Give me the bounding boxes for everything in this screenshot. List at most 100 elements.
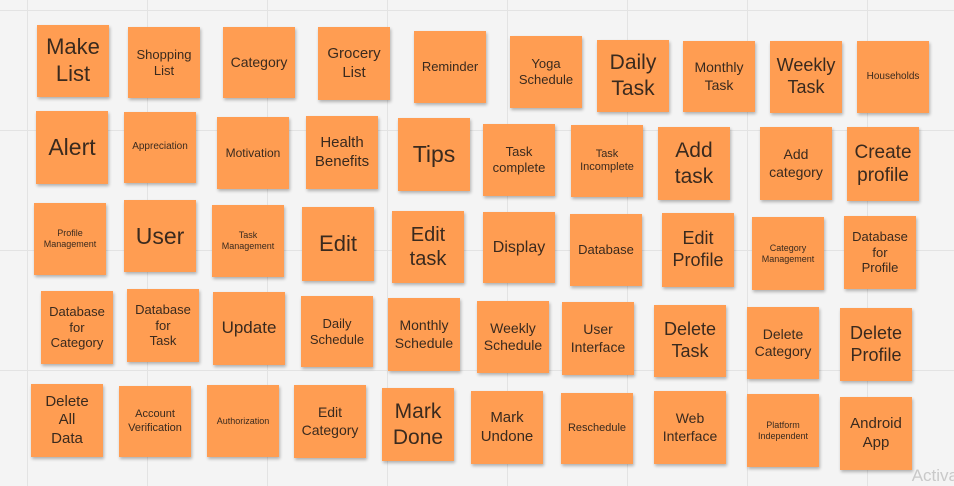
sticky-note-label: Profile Management	[43, 228, 97, 249]
sticky-note-label: Database for Profile	[852, 228, 908, 276]
sticky-note-label: Mark Undone	[480, 409, 534, 445]
sticky-note-label: Weekly Schedule	[483, 319, 543, 353]
sticky-note-label: Appreciation	[132, 141, 188, 153]
sticky-note-label: Mark Done	[392, 399, 444, 449]
sticky-note-label: Alert	[48, 134, 96, 161]
sticky-note-label: Motivation	[225, 145, 281, 160]
sticky-note-label: Health Benefits	[314, 134, 370, 170]
sticky-note-label: Edit task	[409, 223, 447, 270]
sticky-note-delete-category[interactable]: Delete Category	[747, 307, 819, 379]
sticky-note-database-for-task[interactable]: Database for Task	[127, 289, 199, 362]
sticky-note-task-management[interactable]: Task Management	[212, 205, 284, 277]
sticky-note-reminder[interactable]: Reminder	[414, 31, 486, 103]
sticky-note-label: Daily Schedule	[309, 315, 365, 347]
sticky-note-appreciation[interactable]: Appreciation	[124, 112, 196, 183]
sticky-note-edit-profile[interactable]: Edit Profile	[662, 213, 734, 287]
sticky-note-monthly-schedule[interactable]: Monthly Schedule	[388, 298, 460, 371]
sticky-note-daily-task[interactable]: Daily Task	[597, 40, 669, 112]
sticky-note-daily-schedule[interactable]: Daily Schedule	[301, 296, 373, 367]
sticky-note-label: Add category	[769, 146, 823, 180]
sticky-note-label: Update	[221, 318, 277, 338]
sticky-note-label: Monthly Schedule	[394, 317, 454, 351]
sticky-note-database-for-category[interactable]: Database for Category	[41, 291, 113, 364]
sticky-note-android-app[interactable]: Android App	[840, 397, 912, 470]
sticky-note-edit[interactable]: Edit	[302, 207, 374, 281]
sticky-note-update[interactable]: Update	[213, 292, 285, 365]
sticky-note-label: Reminder	[421, 59, 479, 75]
sticky-note-alert[interactable]: Alert	[36, 111, 108, 184]
sticky-note-label: Authorization	[216, 415, 270, 426]
sticky-note-label: Android App	[850, 415, 902, 451]
sticky-note-label: User	[135, 222, 185, 249]
sticky-note-weekly-schedule[interactable]: Weekly Schedule	[477, 301, 549, 373]
sticky-note-user-interface[interactable]: User Interface	[562, 302, 634, 375]
sticky-note-label: Task Management	[221, 230, 275, 251]
sticky-note-label: Shopping List	[136, 46, 192, 78]
sticky-note-delete-profile[interactable]: Delete Profile	[840, 308, 912, 381]
sticky-note-label: Grocery List	[327, 45, 381, 81]
sticky-note-label: Web Interface	[662, 410, 718, 444]
sticky-note-health-benefits[interactable]: Health Benefits	[306, 116, 378, 189]
sticky-note-add-task[interactable]: Add task	[658, 127, 730, 200]
sticky-note-profile-management[interactable]: Profile Management	[34, 203, 106, 275]
sticky-note-label: Database for Category	[49, 303, 105, 351]
sticky-note-account-verification[interactable]: Account Verification	[119, 386, 191, 457]
sticky-note-label: Platform Independent	[757, 419, 809, 441]
sticky-note-delete-all-data[interactable]: Delete All Data	[31, 384, 103, 457]
sticky-note-label: Yoga Schedule	[518, 56, 574, 87]
sticky-note-label: Tips	[412, 141, 456, 168]
sticky-note-label: Reschedule	[567, 421, 627, 434]
sticky-note-task-complete[interactable]: Task complete	[483, 124, 555, 196]
sticky-note-label: Database	[578, 242, 634, 258]
sticky-note-label: Display	[492, 238, 546, 256]
sticky-note-edit-task[interactable]: Edit task	[392, 211, 464, 283]
sticky-note-label: Account Verification	[128, 408, 182, 434]
sticky-note-label: Monthly Task	[694, 59, 744, 93]
sticky-note-edit-category[interactable]: Edit Category	[294, 385, 366, 458]
sticky-note-category[interactable]: Category	[223, 27, 295, 98]
sticky-note-display[interactable]: Display	[483, 212, 555, 283]
sticky-note-mark-undone[interactable]: Mark Undone	[471, 391, 543, 464]
sticky-note-web-interface[interactable]: Web Interface	[654, 391, 726, 464]
sticky-note-make-list[interactable]: Make List	[37, 25, 109, 97]
sticky-note-yoga-schedule[interactable]: Yoga Schedule	[510, 36, 582, 108]
whiteboard-canvas[interactable]: Make List Shopping List Category Grocery Li…	[0, 0, 954, 486]
sticky-note-label: Add task	[674, 138, 714, 188]
sticky-note-label: Delete Category	[754, 325, 812, 359]
sticky-note-shopping-list[interactable]: Shopping List	[128, 27, 200, 98]
activation-watermark: Activa	[911, 466, 954, 485]
sticky-note-households[interactable]: Households	[857, 41, 929, 113]
sticky-note-platform-independent[interactable]: Platform Independent	[747, 394, 819, 467]
sticky-note-label: Edit Category	[301, 404, 359, 438]
sticky-note-monthly-task[interactable]: Monthly Task	[683, 41, 755, 112]
sticky-note-database[interactable]: Database	[570, 214, 642, 286]
sticky-note-create-profile[interactable]: Create profile	[847, 127, 919, 201]
sticky-note-label: Edit	[319, 230, 357, 256]
sticky-note-label: Delete Profile	[849, 322, 903, 365]
sticky-note-label: Weekly Task	[776, 55, 836, 97]
sticky-note-task-incomplete[interactable]: Task Incomplete	[571, 125, 643, 197]
sticky-note-label: Make List	[46, 34, 100, 86]
sticky-note-reschedule[interactable]: Reschedule	[561, 393, 633, 464]
sticky-note-label: Database for Task	[135, 301, 191, 349]
sticky-note-authorization[interactable]: Authorization	[207, 385, 279, 457]
sticky-note-add-category[interactable]: Add category	[760, 127, 832, 200]
sticky-note-label: User Interface	[570, 321, 626, 355]
sticky-note-category-management[interactable]: Category Management	[752, 217, 824, 290]
sticky-note-label: Category Management	[761, 242, 815, 264]
sticky-note-delete-task[interactable]: Delete Task	[654, 305, 726, 377]
sticky-note-label: Daily Task	[609, 51, 657, 100]
sticky-note-mark-done[interactable]: Mark Done	[382, 388, 454, 461]
sticky-note-label: Task complete	[492, 144, 546, 175]
sticky-note-label: Category	[230, 53, 288, 70]
sticky-note-grocery-list[interactable]: Grocery List	[318, 27, 390, 100]
sticky-note-label: Task Incomplete	[580, 147, 634, 173]
sticky-note-database-for-profile[interactable]: Database for Profile	[844, 216, 916, 289]
sticky-note-weekly-task[interactable]: Weekly Task	[770, 41, 842, 113]
sticky-note-tips[interactable]: Tips	[398, 118, 470, 191]
sticky-note-label: Edit Profile	[672, 228, 724, 270]
sticky-note-motivation[interactable]: Motivation	[217, 117, 289, 189]
sticky-note-label: Households	[866, 70, 920, 82]
sticky-note-user[interactable]: User	[124, 200, 196, 272]
sticky-note-label: Delete Task	[663, 319, 717, 361]
